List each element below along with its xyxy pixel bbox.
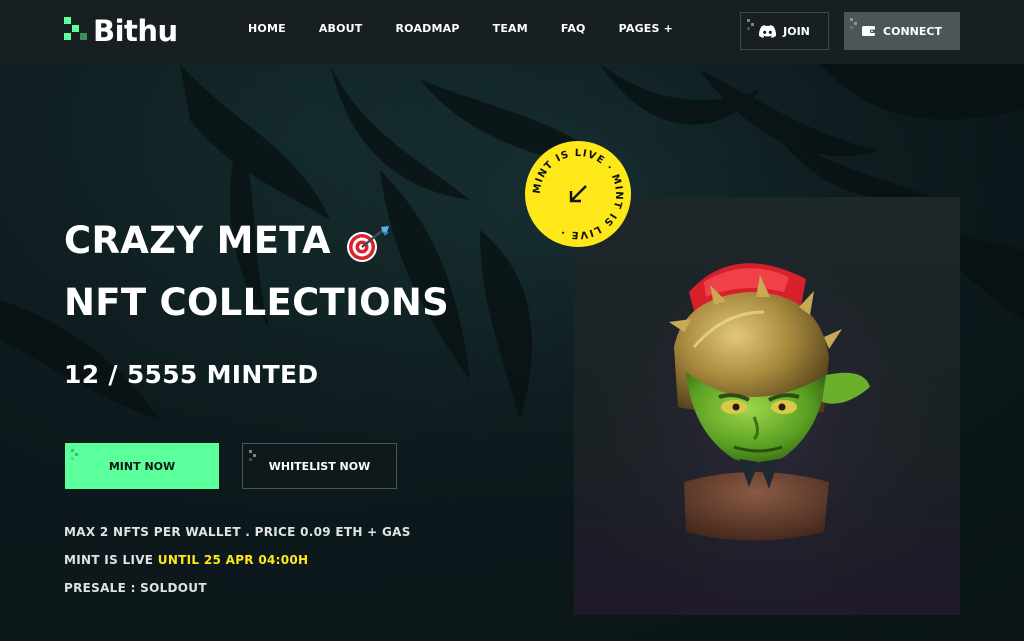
mint-deadline: UNTIL 25 APR 04:00H — [157, 553, 309, 567]
whitelist-now-button[interactable]: WHITELIST NOW — [242, 443, 397, 489]
corner-deco — [71, 449, 81, 460]
presale-status-text: PRESALE : SOLDOUT — [64, 581, 207, 595]
mint-now-label: MINT NOW — [108, 459, 176, 473]
mint-live-badge[interactable]: MINT IS LIVE · MINT IS LIVE · — [524, 140, 632, 248]
dart-target-icon — [345, 221, 393, 262]
hero-heading: CRAZY META NFT COLLECTIONS — [64, 210, 449, 334]
logo-mark-icon — [64, 17, 88, 45]
corner-deco — [850, 18, 860, 29]
nav-item-about[interactable]: ABOUT — [319, 22, 363, 35]
discord-icon — [759, 24, 777, 38]
nav-item-pages[interactable]: PAGES + — [619, 22, 673, 35]
main-nav: HOME ABOUT ROADMAP TEAM FAQ PAGES + — [248, 22, 673, 35]
nav-item-team[interactable]: TEAM — [493, 22, 528, 35]
nft-goblin-helmet-character — [574, 197, 960, 615]
site-header: Bithu HOME ABOUT ROADMAP TEAM FAQ PAGES … — [0, 0, 1024, 64]
minted-counter: 12 / 5555 MINTED — [64, 360, 319, 389]
nav-item-roadmap[interactable]: ROADMAP — [396, 22, 460, 35]
corner-deco — [747, 19, 757, 30]
nft-artwork-panel — [574, 197, 960, 615]
wallet-limit-text: MAX 2 NFTS PER WALLET . PRICE 0.09 ETH +… — [64, 525, 411, 539]
hero-title-line-2: NFT COLLECTIONS — [64, 281, 450, 324]
corner-deco — [249, 450, 259, 461]
brand-name: Bithu — [93, 14, 178, 48]
mint-live-text: MINT IS LIVE UNTIL 25 APR 04:00H — [64, 552, 411, 580]
connect-button[interactable]: CONNECT — [844, 12, 960, 50]
mint-now-button[interactable]: MINT NOW — [65, 443, 219, 489]
join-label: JOIN — [783, 24, 810, 38]
wallet-icon — [862, 25, 877, 37]
brand-logo[interactable]: Bithu — [64, 14, 178, 48]
nav-item-faq[interactable]: FAQ — [561, 22, 586, 35]
mint-info: MAX 2 NFTS PER WALLET . PRICE 0.09 ETH +… — [64, 524, 411, 608]
mint-live-prefix: MINT IS LIVE — [64, 553, 158, 567]
join-button[interactable]: JOIN — [740, 12, 829, 50]
whitelist-now-label: WHITELIST NOW — [268, 459, 371, 473]
nav-item-home[interactable]: HOME — [248, 22, 286, 35]
hero-title-line-1: CRAZY META — [64, 219, 331, 262]
connect-label: CONNECT — [883, 24, 942, 38]
